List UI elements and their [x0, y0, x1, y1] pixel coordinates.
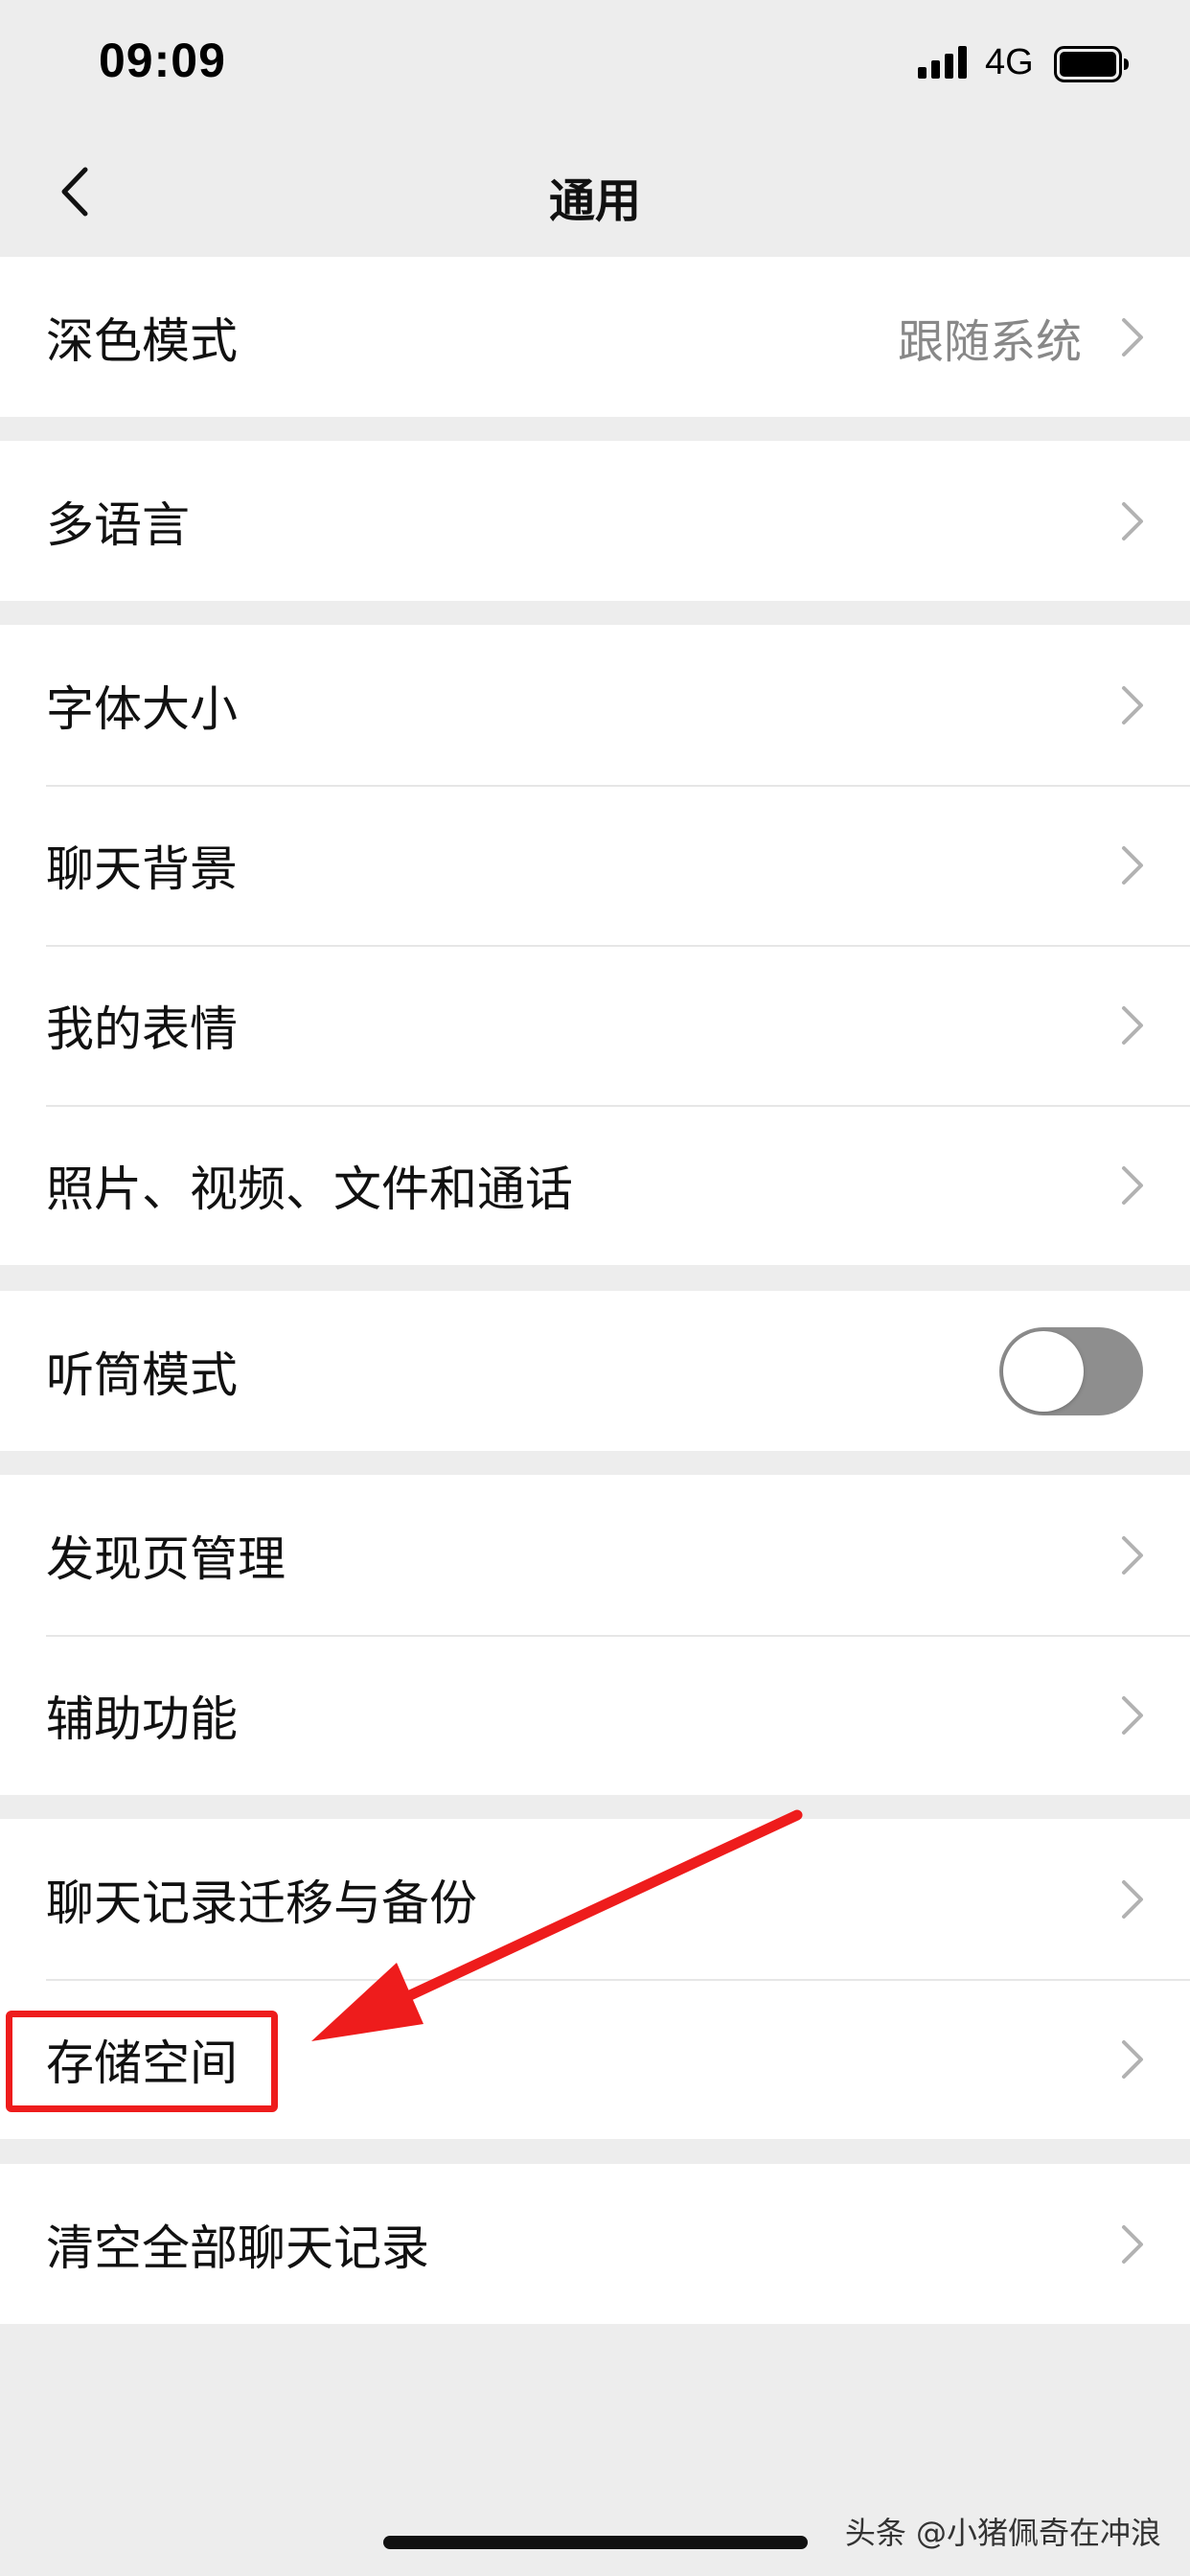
chevron-right-icon — [1122, 1165, 1143, 1205]
settings-group-discover: 发现页管理 辅助功能 — [0, 1475, 1190, 1795]
chevron-right-icon — [1122, 1879, 1143, 1919]
settings-group-display: 深色模式 跟随系统 — [0, 257, 1190, 417]
watermark-text: 头条 @小猪佩奇在冲浪 — [844, 2515, 1161, 2551]
page-title: 通用 — [548, 174, 641, 228]
row-label: 多语言 — [46, 496, 190, 553]
network-label: 4G — [985, 42, 1034, 82]
settings-row-discover-management[interactable]: 发现页管理 — [0, 1475, 1190, 1635]
chevron-right-icon — [1122, 845, 1143, 885]
chevron-right-icon — [1122, 1005, 1143, 1045]
row-label: 存储空间 — [46, 2035, 238, 2091]
settings-row-language[interactable]: 多语言 — [0, 441, 1190, 601]
chevron-right-icon — [1122, 2039, 1143, 2079]
toggle-knob — [1003, 1330, 1084, 1412]
home-indicator — [383, 2536, 808, 2549]
chevron-right-icon — [1122, 501, 1143, 540]
row-label: 深色模式 — [46, 312, 238, 369]
settings-row-chat-background[interactable]: 聊天背景 — [0, 785, 1190, 945]
status-bar: 09:09 4G — [0, 0, 1190, 134]
earpiece-mode-toggle[interactable] — [999, 1326, 1143, 1415]
settings-row-storage[interactable]: 存储空间 — [0, 1979, 1190, 2139]
chevron-right-icon — [1122, 685, 1143, 724]
settings-group-earpiece: 听筒模式 — [0, 1291, 1190, 1451]
settings-group-appearance: 字体大小 聊天背景 我的表情 照片、视频、文件和通话 — [0, 625, 1190, 1265]
row-value: 跟随系统 — [897, 314, 1082, 369]
settings-row-media-files-calls[interactable]: 照片、视频、文件和通话 — [0, 1105, 1190, 1265]
row-label: 聊天记录迁移与备份 — [46, 1874, 477, 1931]
settings-row-earpiece-mode: 听筒模式 — [0, 1291, 1190, 1451]
row-label: 清空全部聊天记录 — [46, 2220, 429, 2276]
settings-row-dark-mode[interactable]: 深色模式 跟随系统 — [0, 257, 1190, 417]
battery-icon — [1054, 46, 1131, 86]
row-label: 字体大小 — [46, 680, 238, 737]
settings-group-clear: 清空全部聊天记录 — [0, 2164, 1190, 2324]
settings-row-clear-all-chats[interactable]: 清空全部聊天记录 — [0, 2164, 1190, 2324]
settings-row-stickers[interactable]: 我的表情 — [0, 945, 1190, 1105]
settings-row-accessibility[interactable]: 辅助功能 — [0, 1635, 1190, 1795]
settings-group-storage: 聊天记录迁移与备份 存储空间 — [0, 1819, 1190, 2139]
row-label: 照片、视频、文件和通话 — [46, 1161, 573, 1217]
settings-row-chat-migration-backup[interactable]: 聊天记录迁移与备份 — [0, 1819, 1190, 1979]
settings-row-font-size[interactable]: 字体大小 — [0, 625, 1190, 785]
row-label: 发现页管理 — [46, 1530, 286, 1587]
status-time: 09:09 — [99, 34, 226, 87]
settings-group-language: 多语言 — [0, 441, 1190, 601]
chevron-right-icon — [1122, 317, 1143, 356]
row-label: 听筒模式 — [46, 1346, 238, 1403]
chevron-right-icon — [1122, 2224, 1143, 2264]
nav-bar: 通用 — [0, 134, 1190, 257]
chevron-right-icon — [1122, 1535, 1143, 1575]
row-label: 我的表情 — [46, 1000, 238, 1057]
signal-icon — [918, 46, 970, 82]
row-label: 聊天背景 — [46, 840, 238, 897]
chevron-right-icon — [1122, 1695, 1143, 1735]
row-label: 辅助功能 — [46, 1690, 238, 1747]
